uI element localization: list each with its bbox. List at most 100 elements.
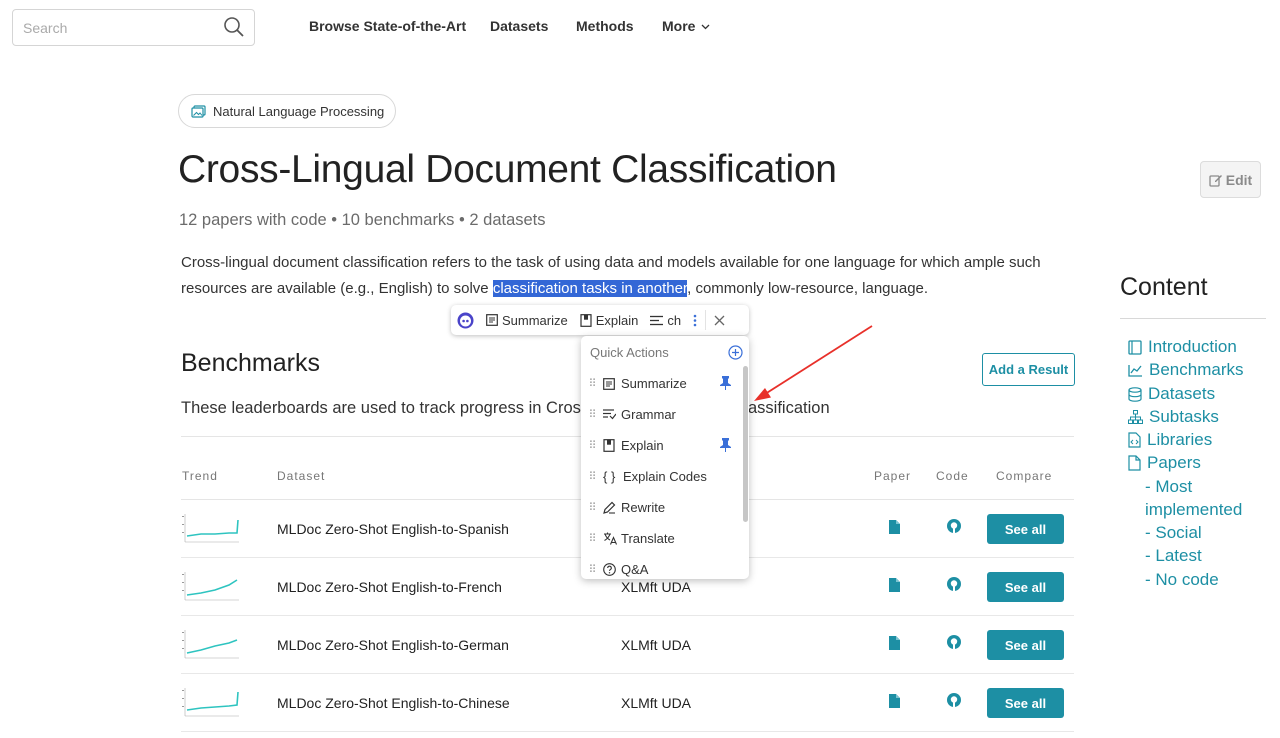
toc-no-code[interactable]: - No code: [1145, 570, 1219, 590]
github-icon[interactable]: [947, 519, 961, 533]
best-model[interactable]: XLMft UDA: [621, 579, 691, 595]
drag-handle-icon[interactable]: ⠿: [581, 470, 603, 483]
best-model[interactable]: XLMft UDA: [621, 637, 691, 653]
quick-actions-menu: Quick Actions ⠿ Summarize ⠿ Grammar ⠿ Ex…: [581, 336, 749, 579]
pin-icon[interactable]: [720, 376, 731, 390]
dataset-name[interactable]: MLDoc Zero-Shot English-to-Spanish: [277, 521, 509, 537]
more-vertical-icon: [693, 314, 697, 326]
paper-icon[interactable]: [889, 520, 900, 534]
toc-papers-label: Papers: [1147, 453, 1201, 472]
table-row[interactable]: MLDoc Zero-Shot English-to-Chinese XLMft…: [181, 674, 1074, 732]
toolbar-explain-label: Explain: [595, 312, 639, 328]
toc-papers[interactable]: Papers: [1128, 453, 1201, 473]
drag-handle-icon[interactable]: ⠿: [581, 501, 603, 514]
toc-libraries-label: Libraries: [1147, 430, 1213, 449]
see-all-button[interactable]: See all: [987, 630, 1064, 660]
quick-action-label: Translate: [621, 531, 675, 546]
see-all-button[interactable]: See all: [987, 572, 1064, 602]
edit-label: Edit: [1225, 171, 1253, 188]
quick-action-explain-codes[interactable]: ⠿ { } Explain Codes: [581, 461, 741, 492]
quick-action-translate[interactable]: ⠿ Translate: [581, 523, 741, 554]
edit-icon: [1209, 174, 1222, 187]
area-chip-label: Natural Language Processing: [213, 103, 385, 119]
close-icon: [714, 315, 725, 325]
toc-datasets[interactable]: Datasets: [1128, 384, 1215, 404]
quick-action-grammar[interactable]: ⠿ Grammar: [581, 399, 741, 430]
pin-icon[interactable]: [720, 438, 731, 452]
question-circle-icon: [603, 563, 616, 576]
dataset-name[interactable]: MLDoc Zero-Shot English-to-German: [277, 637, 509, 653]
github-icon[interactable]: [947, 693, 961, 707]
page-title: Cross-Lingual Document Classification: [178, 148, 837, 191]
col-dataset: Dataset: [277, 469, 326, 483]
book-icon: [603, 439, 615, 452]
trend-chart-thumbnail: [182, 688, 239, 717]
toc-introduction[interactable]: Introduction: [1128, 337, 1237, 357]
selection-toolbar: Summarize Explain ch: [451, 305, 749, 335]
drag-handle-icon[interactable]: ⠿: [581, 439, 603, 452]
drag-handle-icon[interactable]: ⠿: [581, 563, 603, 576]
table-row[interactable]: MLDoc Zero-Shot English-to-German XLMft …: [181, 616, 1074, 674]
add-result-button[interactable]: Add a Result: [982, 353, 1075, 386]
search-input[interactable]: [23, 18, 213, 38]
add-circle-icon[interactable]: [728, 345, 743, 360]
quick-action-label: Explain Codes: [623, 469, 707, 484]
text-align-icon: [650, 315, 664, 325]
toc-latest[interactable]: - Latest: [1145, 546, 1202, 566]
trend-chart-thumbnail: [182, 630, 239, 659]
sitemap-icon: [1128, 410, 1143, 424]
toc-social[interactable]: - Social: [1145, 523, 1202, 543]
quick-action-summarize[interactable]: ⠿ Summarize: [581, 368, 741, 399]
col-code: Code: [936, 469, 969, 483]
toolbar-explain[interactable]: Explain: [574, 313, 645, 328]
toolbar-close[interactable]: [708, 315, 731, 326]
search-icon[interactable]: [223, 16, 245, 38]
drag-handle-icon[interactable]: ⠿: [581, 408, 603, 421]
toc-most-implemented-cont[interactable]: implemented: [1145, 500, 1242, 520]
see-all-button[interactable]: See all: [987, 688, 1064, 718]
toolbar-summarize[interactable]: Summarize: [480, 313, 574, 328]
best-model[interactable]: XLMft UDA: [621, 695, 691, 711]
nav-datasets[interactable]: Datasets: [490, 18, 548, 34]
paper-icon[interactable]: [889, 636, 900, 650]
drag-handle-icon[interactable]: ⠿: [581, 532, 603, 545]
file-code-icon: [1128, 432, 1141, 448]
quick-action-label: Rewrite: [621, 500, 666, 515]
benchmarks-description-left: These leaderboards are used to track pro…: [181, 399, 581, 417]
quick-action-qa[interactable]: ⠿ Q&A: [581, 554, 741, 579]
nav-methods[interactable]: Methods: [576, 18, 634, 34]
col-compare: Compare: [996, 469, 1053, 483]
toc-subtasks[interactable]: Subtasks: [1128, 407, 1219, 427]
annotation-arrow: [754, 325, 873, 401]
search-box[interactable]: [12, 9, 255, 46]
github-icon[interactable]: [947, 635, 961, 649]
github-icon[interactable]: [947, 577, 961, 591]
book-icon: [580, 313, 592, 327]
toc-subtasks-label: Subtasks: [1149, 407, 1219, 426]
toc-benchmarks[interactable]: Benchmarks: [1128, 360, 1243, 380]
toolbar-more[interactable]: [687, 314, 703, 327]
trend-chart-thumbnail: [182, 514, 239, 543]
nav-more[interactable]: More: [662, 18, 710, 34]
toolbar-summarize-label: Summarize: [502, 312, 568, 328]
toc-most-implemented[interactable]: - Most: [1145, 477, 1192, 497]
paper-icon[interactable]: [889, 578, 900, 592]
see-all-button[interactable]: See all: [987, 514, 1064, 544]
selected-text[interactable]: classification tasks in another: [492, 280, 688, 297]
assistant-logo[interactable]: [451, 312, 480, 329]
drag-handle-icon[interactable]: ⠿: [581, 377, 603, 390]
toolbar-ch[interactable]: ch: [644, 313, 687, 328]
toolbar-ch-label: ch: [667, 312, 682, 328]
area-chip[interactable]: Natural Language Processing: [178, 94, 397, 128]
toc-libraries[interactable]: Libraries: [1128, 430, 1212, 450]
line-chart-icon: [1128, 364, 1142, 377]
edit-button[interactable]: Edit: [1200, 161, 1261, 198]
dataset-name[interactable]: MLDoc Zero-Shot English-to-French: [277, 579, 502, 595]
toc-datasets-label: Datasets: [1148, 384, 1216, 403]
quick-action-explain[interactable]: ⠿ Explain: [581, 430, 741, 461]
nav-browse-sota[interactable]: Browse State-of-the-Art: [309, 18, 466, 34]
benchmarks-description: These leaderboards are used to track pro…: [181, 399, 830, 418]
paper-icon[interactable]: [889, 694, 900, 708]
quick-action-rewrite[interactable]: ⠿ Rewrite: [581, 492, 741, 523]
dataset-name[interactable]: MLDoc Zero-Shot English-to-Chinese: [277, 695, 510, 711]
